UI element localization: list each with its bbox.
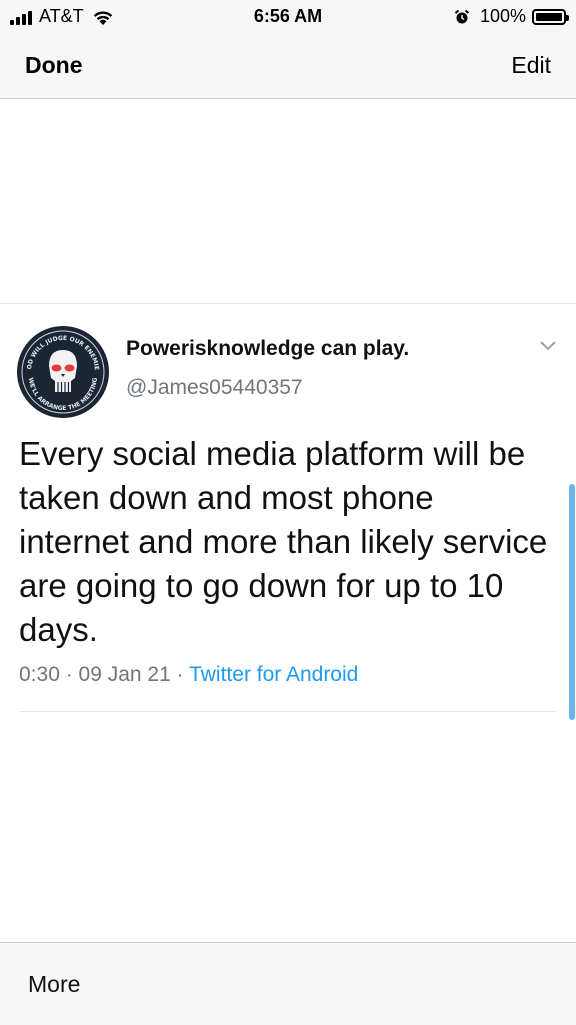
scroll-indicator[interactable] [569,484,575,720]
chevron-down-icon[interactable] [539,340,557,352]
meta-separator: · [59,663,79,686]
tweet-time: 0:30 [19,663,60,686]
alarm-icon [454,9,470,23]
punisher-skull-logo-icon: GOD WILL JUDGE OUR ENEMIES WE'LL ARRANGE… [17,326,108,417]
done-button[interactable]: Done [25,52,83,79]
tweet-meta: 0:30 · 09 Jan 21 · Twitter for Android [19,663,358,687]
divider [19,711,556,712]
status-right: 100% [454,6,569,27]
tweet-display-name[interactable]: Powerisknowledge can play. [126,337,409,361]
meta-separator: · [170,663,190,686]
battery-icon [532,8,569,25]
navigation-bar: Done Edit [0,34,576,99]
tweet-source-link[interactable]: Twitter for Android [189,663,358,686]
tweet-handle[interactable]: @James05440357 [126,376,303,400]
tweet-text: Every social media platform will be take… [19,435,548,648]
avatar[interactable]: GOD WILL JUDGE OUR ENEMIES WE'LL ARRANGE… [17,326,109,418]
bottom-toolbar: More [0,942,576,1025]
status-bar: AT&T 6:56 AM 100% [0,0,576,34]
edit-button[interactable]: Edit [511,52,551,79]
battery-percent: 100% [479,6,526,26]
tweet-date[interactable]: 09 Jan 21 [79,663,171,686]
divider [0,303,576,304]
more-button[interactable]: More [28,971,80,998]
